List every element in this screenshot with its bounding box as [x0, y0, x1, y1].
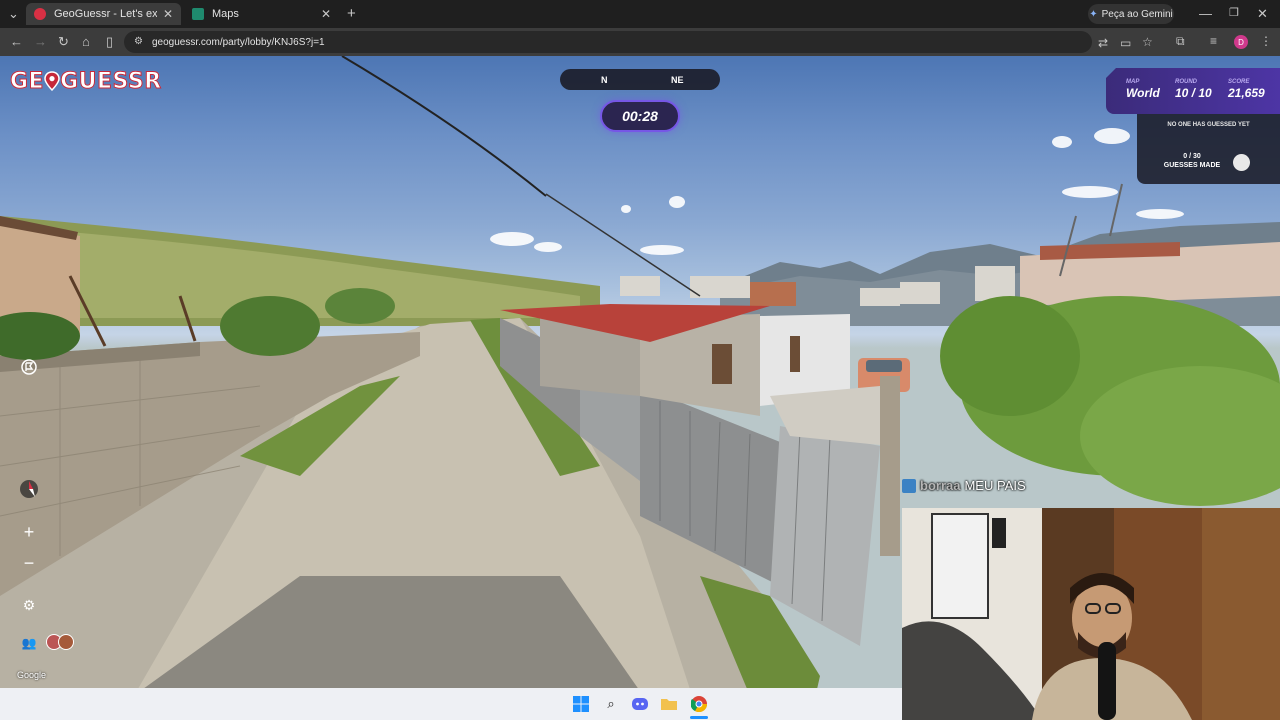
- score-stat: SCORE 21,659: [1228, 79, 1265, 100]
- close-tab-icon[interactable]: ✕: [163, 7, 173, 21]
- guesses-made: 0 / 30 GUESSES MADE: [1162, 152, 1222, 170]
- guesses-label: GUESSES MADE: [1163, 162, 1221, 169]
- player-avatars: [46, 634, 76, 652]
- windows-taskbar: ⌕: [0, 688, 902, 720]
- players-button[interactable]: 👥: [14, 628, 44, 658]
- round-stat: ROUND 10 / 10: [1175, 79, 1212, 100]
- new-tab-button[interactable]: +: [347, 5, 356, 22]
- url-text: geoguessr.com/party/lobby/KNJ6S?j=1: [152, 36, 325, 48]
- geoguessr-logo[interactable]: GE GUESSR: [9, 69, 161, 95]
- reading-list-icon[interactable]: ≡: [1210, 34, 1217, 48]
- tab-maps[interactable]: Maps ✕: [184, 3, 339, 25]
- compass-bar: N NE: [560, 69, 720, 90]
- round-label: ROUND: [1175, 79, 1197, 85]
- guesses-panel: NO ONE HAS GUESSED YET 0 / 30 GUESSES MA…: [1137, 114, 1280, 184]
- gemini-button[interactable]: ✦ Peça ao Gemini: [1088, 4, 1174, 24]
- folder-icon[interactable]: [661, 696, 677, 712]
- pin-icon: [44, 71, 60, 91]
- map-label: MAP: [1126, 79, 1140, 85]
- guesses-count: 0 / 30: [1183, 153, 1201, 160]
- guess-indicator-dot: [1233, 154, 1250, 171]
- compass-direction-n: N: [601, 75, 608, 85]
- menu-icon[interactable]: ⋮: [1260, 34, 1272, 48]
- browser-tab-bar: ⌄ GeoGuessr - Let's explore the w ✕ Maps…: [0, 0, 1280, 28]
- gemini-icon: ✦: [1089, 8, 1098, 20]
- maps-favicon-icon: [192, 8, 204, 20]
- discord-icon[interactable]: [632, 696, 648, 712]
- chat-badge-icon: [902, 478, 916, 493]
- webcam-image: [902, 508, 1280, 720]
- round-value: 10 / 10: [1175, 86, 1212, 100]
- map-stat: MAP World: [1126, 79, 1160, 100]
- compass-needle-icon: [20, 480, 38, 498]
- close-window-icon[interactable]: ✕: [1257, 6, 1268, 22]
- extensions-icon[interactable]: ⧉: [1176, 34, 1185, 49]
- map-value: World: [1126, 86, 1160, 100]
- zoom-out-button[interactable]: −: [14, 548, 44, 578]
- flag-location-button[interactable]: [14, 352, 44, 382]
- compass-direction-ne: NE: [671, 75, 684, 85]
- tab-title: GeoGuessr - Let's explore the w: [54, 8, 157, 20]
- back-icon[interactable]: ←: [10, 34, 23, 49]
- geoguessr-favicon-icon: [34, 8, 46, 20]
- tab-title: Maps: [212, 8, 239, 20]
- gear-icon: ⚙: [22, 596, 36, 613]
- active-app-indicator: [690, 716, 708, 719]
- chat-message-text: MEU PAIS: [964, 478, 1026, 493]
- tab-geoguessr[interactable]: GeoGuessr - Let's explore the w ✕: [26, 3, 181, 25]
- tab-search-icon[interactable]: ⌄: [8, 6, 19, 22]
- restore-icon[interactable]: ❐: [1229, 6, 1239, 19]
- search-icon[interactable]: ⌕: [603, 696, 619, 712]
- settings-button[interactable]: ⚙: [14, 590, 44, 620]
- split-view-icon[interactable]: ▯: [106, 34, 113, 50]
- score-value: 21,659: [1228, 86, 1265, 100]
- guess-status-text: NO ONE HAS GUESSED YET: [1167, 122, 1250, 128]
- translate-icon[interactable]: ⇄: [1098, 36, 1108, 50]
- google-attribution: Google: [17, 670, 47, 680]
- close-tab-icon[interactable]: ✕: [321, 7, 331, 21]
- home-icon[interactable]: ⌂: [82, 34, 90, 49]
- compass-north-button[interactable]: [14, 474, 44, 504]
- bookmark-star-icon[interactable]: ☆: [1142, 35, 1153, 49]
- windows-icon[interactable]: [573, 696, 589, 712]
- address-toolbar: ← → ↻ ⌂ ▯ ⚙ geoguessr.com/party/lobby/KN…: [0, 28, 1280, 56]
- round-timer: 00:28: [600, 100, 680, 132]
- avatar: [58, 634, 74, 650]
- site-info-icon[interactable]: ⚙: [134, 36, 143, 47]
- gemini-label: Peça ao Gemini: [1101, 8, 1173, 20]
- stream-chat-message: borraa MEU PAIS: [902, 478, 1026, 493]
- address-bar[interactable]: ⚙ geoguessr.com/party/lobby/KNJ6S?j=1 ⇄ …: [124, 31, 1153, 53]
- timer-value: 00:28: [622, 108, 658, 124]
- webcam-overlay: [902, 508, 1280, 720]
- forward-icon[interactable]: →: [34, 34, 47, 49]
- game-status-panel: MAP World ROUND 10 / 10 SCORE 21,659: [1106, 68, 1280, 114]
- cast-icon[interactable]: ▭: [1120, 36, 1131, 50]
- street-view-panorama[interactable]: GE GUESSR N NE 00:28 MAP World ROUND 10 /…: [0, 56, 1280, 720]
- chat-username: borraa: [920, 478, 961, 493]
- minimize-icon[interactable]: —: [1199, 6, 1212, 21]
- reload-icon[interactable]: ↻: [58, 34, 69, 50]
- zoom-in-button[interactable]: +: [14, 517, 44, 547]
- profile-avatar[interactable]: D: [1234, 35, 1248, 49]
- players-icon: 👥: [21, 636, 37, 650]
- score-label: SCORE: [1228, 79, 1250, 85]
- chrome-icon[interactable]: [691, 696, 707, 712]
- flag-icon: [21, 359, 37, 375]
